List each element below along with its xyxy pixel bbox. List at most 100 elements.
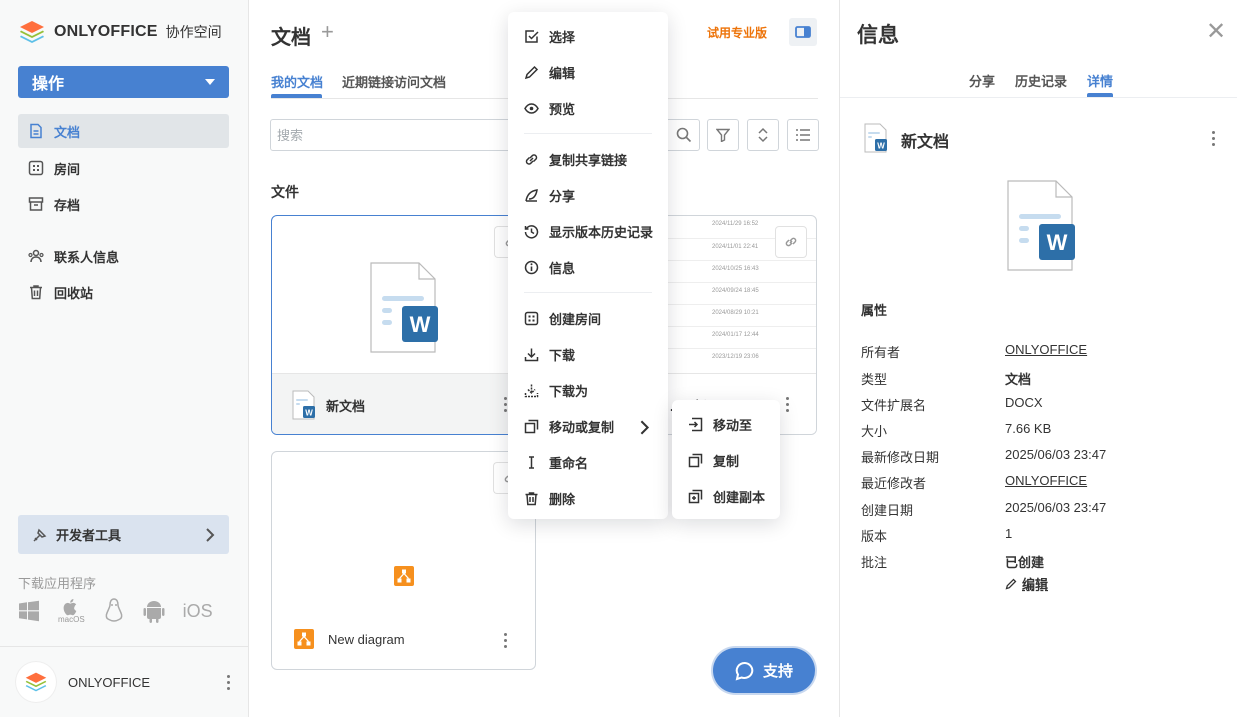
support-button[interactable]: 支持 <box>713 648 815 693</box>
link-icon <box>785 237 797 247</box>
onlyoffice-logo-icon <box>25 672 47 692</box>
ios-icon[interactable]: iOS <box>183 601 213 622</box>
tab-my-documents[interactable]: 我的文档 <box>271 72 323 91</box>
tab-details[interactable]: 详情 <box>1087 71 1113 90</box>
menu-item-create-room[interactable]: 创建房间 <box>508 300 668 336</box>
search-icon <box>676 127 692 143</box>
submenu-item-move-to[interactable]: 移动至 <box>672 406 780 442</box>
docx-thumbnail: W <box>370 262 442 357</box>
developer-tools-button[interactable]: 开发者工具 <box>18 515 229 554</box>
view-toggle-button[interactable] <box>787 119 819 151</box>
menu-item-copy-share-link[interactable]: 复制共享链接 <box>508 141 668 177</box>
more-vertical-icon[interactable] <box>782 397 792 412</box>
chevron-right-icon <box>640 420 650 435</box>
sidebar-item-trash[interactable]: 回收站 <box>18 275 229 309</box>
menu-item-delete[interactable]: 删除 <box>508 480 668 516</box>
sidebar-item-contacts[interactable]: 联系人信息 <box>18 239 229 273</box>
menu-item-move-or-copy[interactable]: 移动或复制 <box>508 408 668 444</box>
page-title: 文档 <box>271 27 311 49</box>
comment-edit-link[interactable]: 编辑 <box>1005 574 1048 593</box>
file-card-new-diagram[interactable]: New diagram <box>271 451 536 670</box>
info-panel-toggle-button[interactable] <box>789 18 817 46</box>
menu-item-info[interactable]: 信息 <box>508 249 668 285</box>
try-pro-link[interactable]: 试用专业版 <box>707 24 767 41</box>
file-name: New diagram <box>328 631 405 647</box>
app-logo[interactable]: ONLYOFFICE 协作空间 <box>18 18 222 46</box>
menu-item-download-as[interactable]: 下载为 <box>508 372 668 408</box>
property-key-modified-by: 最近修改者 <box>861 476 927 491</box>
submenu-item-duplicate[interactable]: 创建副本 <box>672 478 780 514</box>
word-document-icon: W <box>864 123 887 153</box>
filter-button[interactable] <box>707 119 739 151</box>
menu-item-label: 显示版本历史记录 <box>549 224 654 240</box>
sidebar-item-rooms[interactable]: 房间 <box>18 151 229 185</box>
section-files-heading: 文件 <box>271 184 299 200</box>
menu-item-label: 下载 <box>549 347 576 363</box>
property-value-version: 1 <box>1005 526 1013 541</box>
list-item: 2024/08/29 10:21 <box>654 304 816 326</box>
tab-sharing[interactable]: 分享 <box>969 71 995 90</box>
menu-item-edit[interactable]: 编辑 <box>508 54 668 90</box>
user-profile[interactable]: ONLYOFFICE <box>0 646 249 717</box>
link-icon <box>525 153 538 165</box>
property-key-size: 大小 <box>861 424 888 439</box>
list-item: 2024/09/24 18:45 <box>654 282 816 304</box>
diagram-icon <box>394 566 414 586</box>
menu-item-download[interactable]: 下载 <box>508 336 668 372</box>
plus-icon[interactable]: + <box>321 21 334 43</box>
logo-brand: ONLYOFFICE <box>54 23 158 40</box>
menu-item-select[interactable]: 选择 <box>508 18 668 54</box>
menu-item-label: 创建房间 <box>549 311 602 327</box>
property-key-created-date: 创建日期 <box>861 503 914 518</box>
chat-bubble-icon <box>735 661 754 681</box>
menu-item-label: 重命名 <box>549 455 589 471</box>
properties-heading: 属性 <box>861 303 888 318</box>
list-view-icon <box>796 129 810 141</box>
search-button[interactable] <box>668 119 700 151</box>
word-document-icon: W <box>370 262 438 353</box>
windows-icon[interactable] <box>18 600 40 622</box>
developer-tools-icon <box>33 528 47 542</box>
actions-button[interactable]: 操作 <box>18 66 229 98</box>
more-vertical-icon[interactable] <box>500 633 510 648</box>
diagram-thumbnail <box>394 566 414 589</box>
sort-button[interactable] <box>747 119 779 151</box>
share-icon <box>525 188 538 202</box>
more-vertical-icon[interactable] <box>1208 131 1218 146</box>
menu-item-version-history[interactable]: 显示版本历史记录 <box>508 213 668 249</box>
actions-button-label: 操作 <box>32 76 65 93</box>
file-card-new-document[interactable]: W W 新文档 <box>271 215 537 435</box>
context-menu: 选择 编辑 预览 复制共享链接 分享 显示版本历史记录 信息 创建房间 下载 下… <box>508 12 668 519</box>
menu-item-label: 分享 <box>549 188 576 204</box>
sidebar-item-archive[interactable]: 存档 <box>18 187 229 221</box>
close-icon[interactable]: ✕ <box>1206 20 1226 44</box>
menu-item-preview[interactable]: 预览 <box>508 90 668 126</box>
property-value-modified-by[interactable]: ONLYOFFICE <box>1005 473 1087 488</box>
tab-divider <box>840 97 1237 98</box>
more-vertical-icon[interactable] <box>223 674 233 690</box>
info-icon <box>524 260 539 274</box>
list-item: 2024/10/25 16:43 <box>654 260 816 282</box>
submenu-item-copy[interactable]: 复制 <box>672 442 780 478</box>
menu-divider <box>524 292 652 293</box>
download-icon <box>524 348 539 361</box>
word-document-icon: W <box>1007 180 1075 271</box>
tab-history[interactable]: 历史记录 <box>1015 71 1067 90</box>
property-value-owner[interactable]: ONLYOFFICE <box>1005 342 1087 357</box>
file-card-footer: W 新文档 <box>272 373 536 434</box>
sidebar-item-label: 回收站 <box>54 285 94 301</box>
android-icon[interactable] <box>143 599 165 623</box>
svg-text:W: W <box>1047 230 1068 255</box>
menu-item-share[interactable]: 分享 <box>508 177 668 213</box>
linux-icon[interactable] <box>103 598 125 624</box>
file-name: 新文档 <box>326 398 366 414</box>
sidebar-item-label: 文档 <box>54 124 81 140</box>
copy-link-button[interactable] <box>775 226 807 258</box>
eye-icon <box>524 102 539 114</box>
property-value-created-date: 2025/06/03 23:47 <box>1005 500 1107 515</box>
macos-icon[interactable]: macOS <box>58 598 85 624</box>
panel-icon <box>795 26 811 38</box>
tab-recent-links[interactable]: 近期链接访问文档 <box>342 72 446 91</box>
menu-item-rename[interactable]: 重命名 <box>508 444 668 480</box>
sidebar-item-documents[interactable]: 文档 <box>18 114 229 148</box>
